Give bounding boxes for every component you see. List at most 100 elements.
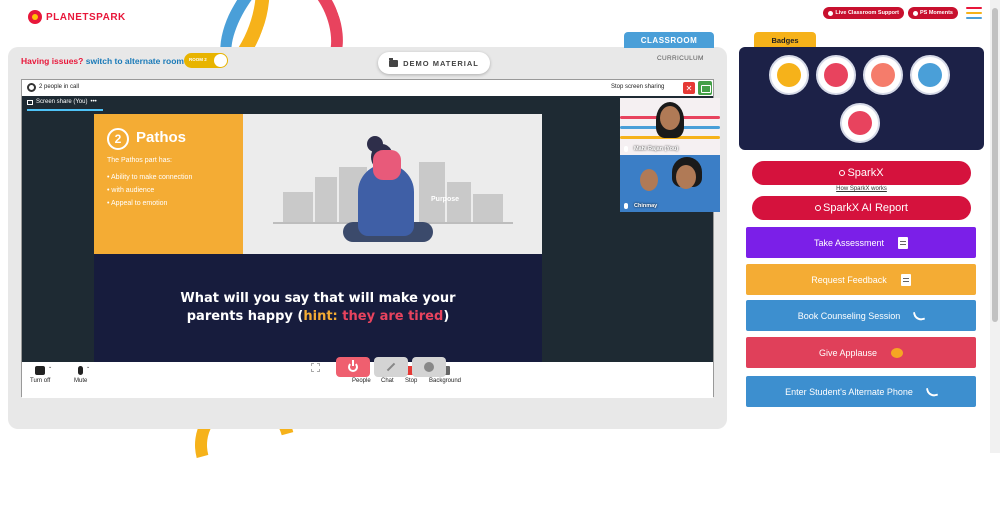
palette-button[interactable] — [412, 357, 446, 377]
room-toggle[interactable]: ROOM 2 — [184, 53, 228, 68]
mute-button[interactable]: ⌄ Mute — [74, 364, 90, 384]
slide-point: Appeal to emotion — [107, 197, 192, 210]
image-caption: Purpose — [431, 196, 460, 203]
pencil-icon — [386, 362, 396, 372]
slide-question: What will you say that will make your pa… — [94, 290, 542, 326]
city-building — [419, 162, 445, 222]
room-toggle-label: ROOM 2 — [189, 57, 207, 62]
document-icon — [900, 273, 911, 286]
book-counseling-label: Book Counseling Session — [797, 310, 901, 321]
sparkx-ai-report-button[interactable]: SparkX AI Report — [752, 196, 971, 220]
question-close: ) — [443, 309, 450, 324]
request-feedback-button[interactable]: Request Feedback — [746, 264, 976, 295]
clipboard-icon — [898, 236, 909, 249]
badge-art — [871, 63, 895, 87]
robot-badge-icon[interactable] — [816, 55, 856, 95]
slide-illustration: Purpose — [243, 114, 542, 254]
fullscreen-button[interactable] — [298, 357, 332, 377]
page-scrollbar[interactable] — [990, 0, 1000, 453]
book-counseling-button[interactable]: Book Counseling Session — [746, 300, 976, 331]
give-applause-button[interactable]: Give Applause — [746, 337, 976, 368]
video-call-frame: 2 people in call Stop screen sharing ✕ S… — [21, 79, 720, 398]
switch-room-link[interactable]: switch to alternate room — [86, 56, 184, 66]
illustration-child — [373, 150, 401, 180]
participant-name: Chinmay — [634, 203, 658, 209]
scrollbar-thumb[interactable] — [992, 8, 998, 322]
participant-name: Mahi Rajan (You) — [634, 146, 679, 152]
slide-text-panel: 2 Pathos The Pathos part has: Ability to… — [94, 114, 243, 254]
curriculum-tab[interactable]: CURRICULUM — [657, 55, 704, 62]
screen-share-icon[interactable] — [698, 81, 712, 95]
applause-icon — [891, 347, 904, 358]
demo-material-label: DEMO MATERIAL — [403, 58, 479, 68]
folder-icon — [389, 57, 399, 67]
badge-art — [777, 63, 801, 87]
turn-off-label: Turn off — [30, 378, 51, 384]
menu-line — [966, 17, 982, 19]
slide-point: Ability to make connection — [107, 171, 192, 184]
slide-title: Pathos — [136, 129, 187, 146]
sparkx-label: SparkX — [847, 167, 884, 179]
question-line-2: parents happy ( — [186, 309, 304, 324]
menu-line — [966, 7, 982, 9]
ps-moments-button[interactable]: PS Moments — [907, 7, 958, 19]
alternate-room-prompt: Having issues? switch to alternate room — [21, 56, 184, 66]
yoga-badge-icon[interactable] — [863, 55, 903, 95]
question-hint-text: they are tired — [342, 309, 444, 324]
sparkx-report-label: SparkX AI Report — [823, 202, 908, 214]
tab-classroom[interactable]: CLASSROOM — [624, 32, 714, 48]
how-sparkx-works-link[interactable]: How SparkX works — [752, 186, 971, 192]
slide-number: 2 — [107, 128, 129, 150]
ps-moments-label: PS Moments — [919, 10, 953, 16]
give-applause-label: Give Applause — [818, 347, 878, 358]
demo-material-button[interactable]: DEMO MATERIAL — [378, 52, 490, 74]
microphone-icon: ⌄ — [78, 364, 90, 375]
stop-sharing-close-icon[interactable]: ✕ — [683, 82, 695, 94]
screen-share-tab-label: Screen share (You) — [36, 99, 88, 105]
badges-panel — [739, 47, 984, 150]
planetspark-logo[interactable]: PLANETSPARK — [28, 10, 126, 24]
slide-question-panel: What will you say that will make your pa… — [94, 254, 542, 364]
badge-art — [848, 111, 872, 135]
participant-tile[interactable]: Chinmay — [620, 155, 720, 212]
alternate-phone-button[interactable]: Enter Student's Alternate Phone — [746, 376, 976, 407]
issue-question: Having issues? — [21, 56, 84, 66]
hamburger-menu-icon[interactable] — [966, 7, 982, 19]
question-line-1: What will you say that will make your — [180, 291, 456, 306]
stop-sharing-label: Stop screen sharing — [611, 84, 665, 90]
menu-line — [966, 12, 982, 14]
mic-icon — [624, 203, 628, 209]
pencil-button[interactable] — [374, 357, 408, 377]
trophy-stand-badge-icon[interactable] — [840, 103, 880, 143]
chat-label: Chat — [381, 378, 394, 384]
people-count: 2 people in call — [39, 84, 80, 90]
bulb-badge-icon[interactable] — [910, 55, 950, 95]
take-assessment-button[interactable]: Take Assessment — [746, 227, 976, 258]
sparkx-button[interactable]: SparkX — [752, 161, 971, 185]
live-support-label: Live Classroom Support — [835, 10, 899, 16]
slide-points: Ability to make connection with audience… — [107, 171, 192, 210]
live-classroom-support-button[interactable]: Live Classroom Support — [823, 7, 904, 19]
screen-share-tab[interactable]: Screen share (You) ••• — [27, 99, 97, 105]
logo-text: PLANETSPARK — [46, 11, 126, 23]
participant-tile[interactable]: Mahi Rajan (You) — [620, 98, 720, 155]
chevron-down-icon: ⌄ — [47, 364, 53, 370]
bottom-toolbar — [298, 357, 446, 377]
support-icon — [828, 10, 834, 16]
mic-icon — [624, 146, 628, 152]
call-top-bar: 2 people in call Stop screen sharing ✕ — [22, 80, 713, 96]
take-assessment-label: Take Assessment — [813, 237, 885, 248]
turn-off-camera-button[interactable]: ⌄ Turn off — [30, 364, 53, 384]
tab-more-icon[interactable]: ••• — [90, 99, 96, 105]
stop-label: Stop — [405, 378, 418, 384]
alternate-phone-label: Enter Student's Alternate Phone — [785, 386, 913, 397]
sparkx-icon — [839, 170, 846, 176]
end-class-button[interactable] — [336, 357, 370, 377]
trophy-badge-icon[interactable] — [769, 55, 809, 95]
planet-icon — [28, 10, 42, 24]
shared-slide: 2 Pathos The Pathos part has: Ability to… — [94, 114, 542, 364]
participant-face — [640, 169, 658, 191]
power-icon — [348, 360, 358, 372]
gear-icon[interactable] — [27, 83, 36, 92]
slide-point: with audience — [107, 184, 192, 197]
